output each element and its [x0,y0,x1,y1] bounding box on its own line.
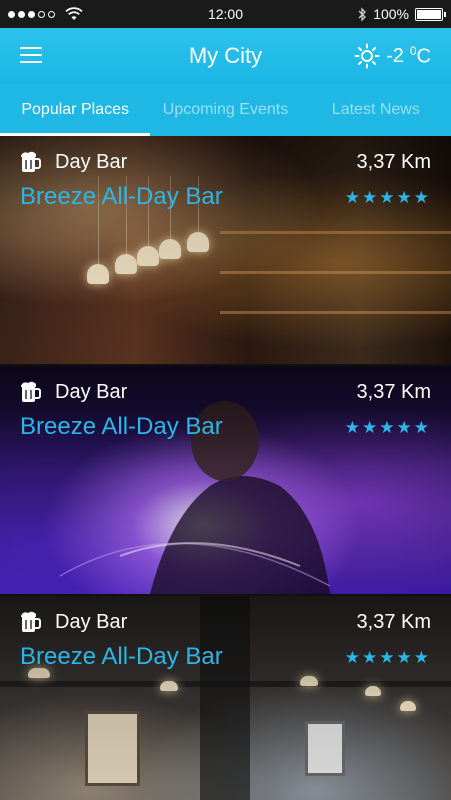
rating-stars: ★★★★★ [345,418,431,438]
place-distance: 3,37 Km [356,381,431,403]
place-name[interactable]: Breeze All-Day Bar [20,642,223,672]
star-icon: ★ [344,648,362,667]
temperature-unit: 0C [409,43,431,68]
beer-mug-icon [21,611,41,632]
star-icon: ★ [344,418,362,437]
place-distance: 3,37 Km [356,151,431,173]
star-icon: ★ [362,188,380,207]
place-category: Day Bar [55,381,128,403]
place-category: Day Bar [55,151,128,173]
app-header: My City -2 0C [0,28,451,84]
status-bar: 12:00 100% [0,0,451,28]
place-card[interactable]: Day Bar 3,37 Km Breeze All-Day Bar ★★★★★ [0,136,451,364]
places-list: Day Bar 3,37 Km Breeze All-Day Bar ★★★★★… [0,136,451,800]
tab-latest-news[interactable]: Latest News [301,84,451,136]
rating-stars: ★★★★★ [345,648,431,668]
tab-popular-places[interactable]: Popular Places [0,84,151,136]
star-icon: ★ [396,188,414,207]
star-icon: ★ [379,648,397,667]
rating-stars: ★★★★★ [345,188,431,208]
place-distance: 3,37 Km [356,611,431,633]
star-icon: ★ [362,648,380,667]
tab-bar: Popular Places Upcoming Events Latest Ne… [0,84,451,136]
star-icon: ★ [362,418,380,437]
star-icon: ★ [413,188,431,207]
star-icon: ★ [396,648,414,667]
battery-icon [415,7,446,21]
star-icon: ★ [413,648,431,667]
place-card[interactable]: Day Bar 3,37 Km Breeze All-Day Bar ★★★★★ [0,596,451,800]
beer-mug-icon [21,151,41,172]
place-name[interactable]: Breeze All-Day Bar [20,182,223,212]
bluetooth-icon [358,6,367,22]
star-icon: ★ [396,418,414,437]
star-icon: ★ [379,418,397,437]
star-icon: ★ [379,188,397,207]
star-icon: ★ [413,418,431,437]
sun-icon [354,43,380,69]
place-card[interactable]: Day Bar 3,37 Km Breeze All-Day Bar ★★★★★ [0,366,451,594]
battery-level [417,9,441,19]
star-icon: ★ [344,188,362,207]
place-name[interactable]: Breeze All-Day Bar [20,412,223,442]
tab-upcoming-events[interactable]: Upcoming Events [150,84,300,136]
beer-mug-icon [21,381,41,402]
place-category: Day Bar [55,611,128,633]
weather-widget[interactable]: -2 0C [354,28,431,84]
battery-percent: 100% [373,6,409,22]
temperature-value: -2 [386,44,404,67]
